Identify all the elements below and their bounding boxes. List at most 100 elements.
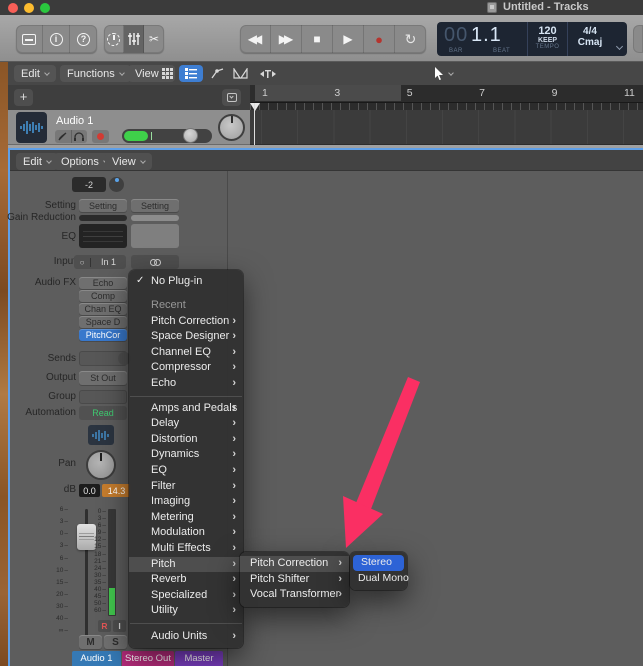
- lcd-display[interactable]: 00 1.1 BAR BEAT 120 KEEP TEMPO 4/4 Cmaj: [437, 22, 627, 56]
- fx-slot-space-d[interactable]: Space D: [79, 316, 127, 328]
- transport-controls: ◀◀ ▶▶ ■ ▶ ● ↻: [240, 25, 426, 53]
- crossfade-button[interactable]: [229, 65, 251, 82]
- zoom-window-button[interactable]: [40, 3, 50, 13]
- input-monitor-button[interactable]: I: [113, 620, 126, 632]
- mixer-view-menu[interactable]: View: [105, 153, 152, 170]
- lcd-tempo-section: 120 KEEP TEMPO: [528, 22, 568, 56]
- list-view-button[interactable]: [179, 65, 203, 82]
- submenu-item-pitch-correction-highlighted[interactable]: Pitch Correction ›: [240, 556, 349, 572]
- toolbar-right-partial-button[interactable]: [633, 25, 643, 53]
- track-header-audio-1[interactable]: Audio 1: [8, 110, 250, 145]
- gain-knob[interactable]: [109, 177, 124, 192]
- submenu-item-pitch-shifter[interactable]: Pitch Shifter ›: [240, 572, 349, 588]
- label-audio-fx: Audio FX: [34, 277, 76, 288]
- menu-item-modulation[interactable]: Modulation ›: [129, 525, 243, 541]
- bar-ruler[interactable]: 1 3 5 7 9 11: [250, 85, 643, 110]
- editors-button[interactable]: ✂: [144, 25, 164, 53]
- fx-slot-comp[interactable]: Comp: [79, 290, 127, 302]
- grid-view-button[interactable]: [157, 65, 177, 82]
- record-enable-button[interactable]: [92, 130, 109, 143]
- fx-slot-echo[interactable]: Echo: [79, 277, 127, 289]
- ch2-input-button[interactable]: [131, 255, 179, 269]
- fx-slot-chan-eq[interactable]: Chan EQ: [79, 303, 127, 315]
- menu-item-audio-units[interactable]: Audio Units ›: [129, 628, 243, 644]
- track-pan-knob[interactable]: [218, 114, 245, 141]
- menu-item-recent-compressor[interactable]: Compressor ›: [129, 360, 243, 376]
- menu-item-filter[interactable]: Filter ›: [129, 479, 243, 495]
- record-enable-strip-button[interactable]: R: [98, 620, 111, 632]
- channel-meter-fill: [109, 588, 115, 615]
- snap-mode-button[interactable]: [256, 65, 280, 82]
- menu-item-reverb[interactable]: Reverb ›: [129, 572, 243, 588]
- menu-item-pitch-highlighted[interactable]: Pitch ›: [129, 556, 243, 573]
- volume-db-value[interactable]: 0.0: [79, 484, 100, 497]
- submenu-arrow-icon: ›: [232, 345, 236, 358]
- mixer-button[interactable]: [124, 25, 144, 53]
- pan-knob[interactable]: [86, 450, 116, 480]
- menu-item-no-plugin[interactable]: ✓ No Plug-in: [129, 273, 243, 289]
- record-button[interactable]: ●: [364, 25, 395, 53]
- menu-item-dynamics[interactable]: Dynamics ›: [129, 447, 243, 463]
- input-mode-icon[interactable]: ○: [74, 257, 91, 267]
- smart-controls-button[interactable]: [104, 25, 124, 53]
- submenu-arrow-icon: ›: [232, 314, 236, 327]
- menu-item-recent-pitch-correction[interactable]: Pitch Correction ›: [129, 314, 243, 330]
- submenu-item-vocal-transformer[interactable]: Vocal Transformer ›: [240, 587, 349, 603]
- track-header-config-button[interactable]: [222, 89, 241, 106]
- stop-button[interactable]: ■: [302, 25, 333, 53]
- channel-name-master[interactable]: Master: [175, 651, 223, 666]
- menu-item-imaging[interactable]: Imaging ›: [129, 494, 243, 510]
- menu-item-recent-echo[interactable]: Echo ›: [129, 376, 243, 392]
- ch1-eq-display[interactable]: [79, 224, 127, 248]
- ch1-automation-button[interactable]: Read: [79, 406, 127, 420]
- track-lanes[interactable]: [250, 110, 643, 145]
- fx-slot-pitchcor-selected[interactable]: PitchCor: [79, 329, 127, 341]
- submenu-item-dual-mono[interactable]: Dual Mono: [350, 571, 409, 587]
- tracks-functions-menu[interactable]: Functions: [60, 65, 131, 82]
- automation-button[interactable]: [207, 65, 227, 82]
- gain-value[interactable]: -2: [72, 177, 106, 192]
- mixer-edit-menu[interactable]: Edit: [16, 153, 58, 170]
- ch1-setting-button[interactable]: Setting: [79, 199, 127, 212]
- menu-item-specialized[interactable]: Specialized ›: [129, 588, 243, 604]
- library-button[interactable]: [16, 25, 43, 53]
- minimize-window-button[interactable]: [24, 3, 34, 13]
- menu-item-utility[interactable]: Utility ›: [129, 603, 243, 619]
- submenu-item-stereo-selected[interactable]: Stereo: [353, 555, 404, 571]
- freeze-button[interactable]: [55, 130, 72, 143]
- menu-item-eq[interactable]: EQ ›: [129, 463, 243, 479]
- ch1-output-button[interactable]: St Out: [79, 371, 127, 385]
- menu-item-recent-channel-eq[interactable]: Channel EQ ›: [129, 345, 243, 361]
- forward-button[interactable]: ▶▶: [271, 25, 302, 53]
- ch1-input-button[interactable]: ○ In 1: [74, 255, 126, 269]
- cycle-button[interactable]: ↻: [395, 25, 426, 53]
- play-button[interactable]: ▶: [333, 25, 364, 53]
- help-button[interactable]: ?: [70, 25, 97, 53]
- pointer-tool-button[interactable]: [427, 65, 460, 82]
- ch2-eq-display[interactable]: [131, 224, 179, 248]
- channel-name-stereo-out[interactable]: Stereo Out: [122, 651, 174, 666]
- mute-button[interactable]: M: [79, 635, 102, 649]
- menu-item-recent-space-designer[interactable]: Space Designer ›: [129, 329, 243, 345]
- menu-item-delay[interactable]: Delay ›: [129, 416, 243, 432]
- playhead-handle[interactable]: [250, 103, 260, 111]
- lcd-chevron-icon[interactable]: [615, 36, 624, 54]
- track-level-meter: [122, 129, 212, 143]
- add-track-button[interactable]: +: [14, 89, 33, 106]
- solo-strip-button[interactable]: S: [104, 635, 127, 649]
- tracks-edit-menu[interactable]: Edit: [14, 65, 56, 82]
- channel-name-audio-1[interactable]: Audio 1: [72, 651, 121, 666]
- ch1-group-slot[interactable]: [79, 390, 127, 404]
- ch2-setting-button[interactable]: Setting: [131, 199, 179, 212]
- menu-item-amps-and-pedals[interactable]: Amps and Pedals ›: [129, 401, 243, 417]
- close-window-button[interactable]: [8, 3, 18, 13]
- solo-button[interactable]: [72, 130, 88, 143]
- volume-slider-thumb[interactable]: [183, 128, 198, 143]
- menu-item-distortion[interactable]: Distortion ›: [129, 432, 243, 448]
- menu-item-metering[interactable]: Metering ›: [129, 510, 243, 526]
- peak-db-value[interactable]: 14.3: [102, 484, 131, 497]
- inspector-button[interactable]: i: [43, 25, 70, 53]
- menu-item-multi-effects[interactable]: Multi Effects ›: [129, 541, 243, 557]
- rewind-button[interactable]: ◀◀: [240, 25, 271, 53]
- window-titlebar: Untitled - Tracks: [0, 0, 643, 15]
